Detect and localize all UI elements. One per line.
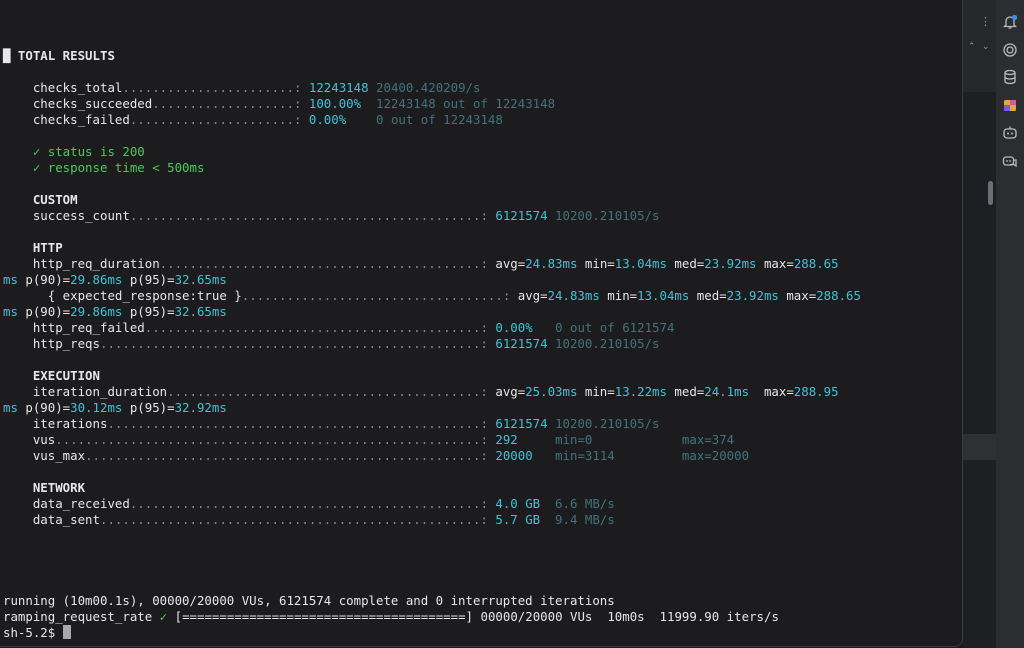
tool-window-bar: [996, 0, 1024, 648]
metric-detail: 0 out of 12243148: [376, 112, 503, 127]
metric-detail: 0 out of 6121574: [555, 320, 675, 335]
metric-value: 5.7 GB: [495, 512, 541, 527]
editor-highlight-row: [963, 434, 996, 460]
metric-row-success-count: success_count...........................…: [3, 208, 660, 224]
metric-value: 6121574: [495, 208, 548, 223]
metric-row-checks-succeeded: checks_succeeded...................: 100…: [3, 96, 555, 112]
leader-dots: ........................................…: [144, 320, 496, 335]
notifications-icon[interactable]: [1001, 13, 1019, 31]
leader-dots: ........................................…: [85, 448, 496, 463]
metric-rate: 20400.420209/s: [376, 80, 481, 95]
plugin-icon[interactable]: [1001, 96, 1019, 114]
metric-value: 6121574: [495, 336, 548, 351]
metric-label: http_req_duration: [32, 256, 160, 271]
metric-label: checks_total: [32, 80, 123, 95]
metric-label: { expected_response:true }: [47, 288, 242, 303]
metric-label: checks_failed: [32, 112, 130, 127]
metric-row-vus: vus.....................................…: [32, 432, 735, 447]
metric-row-iterations: iterations..............................…: [3, 416, 660, 432]
metric-rate: 10200.210105/s: [555, 336, 660, 351]
metric-label: http_req_failed: [32, 320, 145, 335]
leader-dots: ........................................…: [107, 416, 496, 431]
check-text: ✓ status is 200: [32, 144, 145, 159]
metric-row-iteration-duration: iteration_duration......................…: [32, 384, 839, 399]
metric-value: 100.00%: [308, 96, 362, 111]
chevron-up-icon[interactable]: ⌃: [968, 42, 976, 52]
scrollbar-thumb[interactable]: [988, 181, 993, 205]
metric-value: 4.0 GB: [495, 496, 541, 511]
check-item: ✓ response time < 500ms: [3, 160, 205, 176]
metric-label: vus_max: [32, 448, 86, 463]
metric-label: iteration_duration: [32, 384, 168, 399]
metric-value: 0.00%: [495, 320, 533, 335]
terminal-window[interactable]: █ TOTAL RESULTS checks_total............…: [0, 0, 963, 647]
metric-row-vus-max: vus_max.................................…: [32, 448, 750, 463]
metric-value: 6121574: [495, 416, 548, 431]
chevron-down-icon[interactable]: ⌄: [982, 42, 990, 52]
section-heading-network: NETWORK: [32, 480, 86, 495]
metric-rate: 6.6 MB/s: [555, 496, 615, 511]
metric-label: data_received: [32, 496, 130, 511]
shell-prompt-line[interactable]: sh-5.2$: [3, 625, 71, 641]
metric-row-checks-failed: checks_failed......................: 0.0…: [3, 112, 503, 128]
total-results-heading: █ TOTAL RESULTS: [3, 48, 115, 64]
leader-dots: ........................................…: [55, 432, 496, 447]
metric-row-http-req-duration: http_req_duration.......................…: [32, 256, 839, 271]
section-heading-custom: CUSTOM: [32, 192, 78, 207]
metric-label: success_count: [32, 208, 130, 223]
database-icon[interactable]: [1001, 68, 1019, 86]
metric-row-iteration-duration-cont: ms p(90)=30.12ms p(95)=32.92ms: [3, 400, 227, 415]
metric-row-expected-response: { expected_response:true }..............…: [47, 288, 861, 303]
metric-label: data_sent: [32, 512, 100, 527]
metric-label: vus: [32, 432, 56, 447]
metric-label: iterations: [32, 416, 108, 431]
leader-dots: ........................................…: [129, 496, 496, 511]
metric-label: checks_succeeded: [32, 96, 153, 111]
run-status-line: running (10m00.1s), 00000/20000 VUs, 612…: [3, 593, 615, 608]
metric-detail: 12243148 out of 12243148: [376, 96, 556, 111]
total-results-marker: █: [3, 48, 18, 63]
metric-row-checks-total: checks_total.......................: 122…: [3, 80, 481, 96]
more-vert-icon[interactable]: ⋮: [980, 15, 991, 28]
metric-row-http-reqs: http_reqs...............................…: [3, 336, 660, 352]
leader-dots: ...................:: [152, 96, 309, 111]
metric-value: 12243148: [308, 80, 369, 95]
metric-label: http_reqs: [32, 336, 100, 351]
metric-value: 292: [495, 432, 518, 447]
metric-row-data-sent: data_sent...............................…: [3, 512, 615, 528]
metric-value: 0.00%: [308, 112, 347, 127]
scenario-progress-line: ramping_request_rate ✓ [================…: [3, 609, 779, 624]
metric-row-expected-response-cont: ms p(90)=29.86ms p(95)=32.65ms: [3, 304, 227, 319]
leader-dots: .......................:: [122, 80, 309, 95]
progress-bar: [======================================]: [174, 609, 474, 624]
swirl-icon[interactable]: [1001, 41, 1019, 59]
ai-chat-icon[interactable]: [1001, 152, 1019, 170]
metric-rate: 10200.210105/s: [555, 208, 660, 223]
leader-dots: ........................................…: [159, 256, 496, 271]
check-text: ✓ response time < 500ms: [32, 160, 205, 175]
check-mark-icon: ✓: [159, 609, 168, 624]
metric-value: 20000: [495, 448, 533, 463]
metric-rate: 9.4 MB/s: [555, 512, 615, 527]
total-results-title: TOTAL RESULTS: [17, 48, 115, 63]
text-cursor: [62, 625, 71, 639]
leader-dots: ......................:: [129, 112, 309, 127]
metric-row-http-req-duration-cont: ms p(90)=29.86ms p(95)=32.65ms: [3, 272, 227, 287]
leader-dots: ...................................:: [241, 288, 518, 303]
leader-dots: ........................................…: [167, 384, 496, 399]
metric-row-http-req-failed: http_req_failed.........................…: [3, 320, 675, 336]
editor-edge-strip: ⋮ ⌃ ⌄: [963, 0, 997, 648]
shell-prompt: sh-5.2$: [3, 625, 56, 640]
metric-row-data-received: data_received...........................…: [3, 496, 615, 512]
leader-dots: ........................................…: [129, 208, 496, 223]
leader-dots: ........................................…: [99, 512, 496, 527]
section-heading-execution: EXECUTION: [32, 368, 100, 383]
leader-dots: ........................................…: [99, 336, 496, 351]
section-heading-http: HTTP: [32, 240, 63, 255]
ai-assistant-icon[interactable]: [1001, 124, 1019, 142]
check-item: ✓ status is 200: [3, 144, 145, 160]
ide-right-panel: ⋮ ⌃ ⌄: [963, 0, 1024, 648]
metric-rate: 10200.210105/s: [555, 416, 660, 431]
